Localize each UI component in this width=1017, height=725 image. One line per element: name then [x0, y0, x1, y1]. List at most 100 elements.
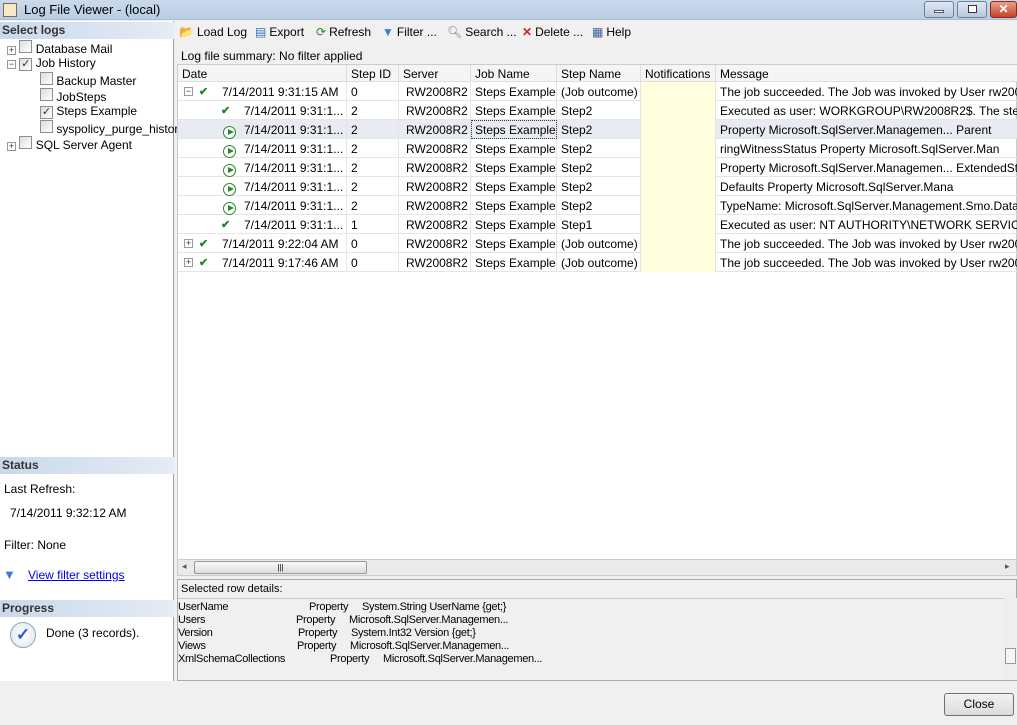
column-header[interactable]: Server	[399, 65, 471, 82]
date-cell: 7/14/2011 9:31:1...	[244, 199, 344, 213]
tree-item[interactable]: − ✓ Job History	[7, 56, 96, 72]
expand-icon[interactable]: +	[184, 239, 193, 248]
select-logs-header: Select logs	[0, 22, 174, 39]
collapse-icon[interactable]: −	[184, 87, 193, 96]
tree-item-label: Backup Master	[56, 74, 137, 88]
job-cell: Steps Example	[471, 139, 557, 158]
tree-item[interactable]: + Database Mail	[7, 40, 112, 56]
job-cell: Steps Example	[471, 82, 557, 101]
search-button[interactable]: 🔍︎ Search ...	[447, 23, 517, 41]
step-id-cell: 0	[347, 82, 399, 101]
message-cell: The job succeeded. The Job was invoked b…	[716, 253, 1017, 272]
success-check-icon: ✔	[199, 238, 209, 250]
restore-button[interactable]	[957, 1, 987, 18]
date-cell: 7/14/2011 9:31:1...	[244, 104, 344, 118]
export-button[interactable]: ▤ Export	[255, 23, 304, 41]
refresh-button[interactable]: ⟳ Refresh	[316, 23, 371, 41]
load-log-button[interactable]: 📂 Load Log	[179, 23, 247, 41]
tree-item[interactable]: JobSteps	[40, 88, 106, 104]
last-refresh-label: Last Refresh:	[4, 482, 76, 496]
message-cell: ringWitnessStatus Property Microsoft.Sql…	[716, 139, 1017, 158]
detail-line: Views Property Microsoft.SqlServer.Managem…	[178, 640, 510, 652]
detail-line: Version Property System.Int32 Version {get…	[178, 627, 476, 639]
checkbox[interactable]: ✓	[40, 106, 53, 119]
tree-item[interactable]: + SQL Server Agent	[7, 136, 132, 152]
tree-item[interactable]: ✓ Steps Example	[40, 104, 137, 120]
table-row[interactable]: ✔ 7/14/2011 9:31:1... 2 RW2008R2 Steps Examp…	[178, 101, 1017, 120]
view-filter-settings-link[interactable]: View filter settings	[28, 568, 125, 582]
export-icon: ▤	[255, 25, 267, 39]
step-id-cell: 2	[347, 158, 399, 177]
tree-item[interactable]: syspolicy_purge_history	[40, 120, 184, 136]
expand-icon[interactable]: +	[7, 46, 16, 55]
column-header[interactable]: Step ID	[347, 65, 399, 82]
job-cell: Steps Example	[471, 253, 557, 272]
collapse-icon[interactable]: −	[7, 60, 16, 69]
message-cell: Executed as user: NT AUTHORITY\NETWORK S…	[716, 215, 1017, 234]
last-refresh-value: 7/14/2011 9:32:12 AM	[10, 506, 127, 520]
table-row[interactable]: − ✔ 7/14/2011 9:31:15 AM 0 RW2008R2 Steps Exa…	[178, 82, 1017, 101]
date-cell: 7/14/2011 9:31:15 AM	[222, 85, 339, 99]
notifications-cell	[641, 253, 716, 272]
step-cell: Step2	[557, 158, 641, 177]
step-running-icon	[223, 183, 236, 196]
column-header[interactable]: Job Name	[471, 65, 557, 82]
checkbox[interactable]	[40, 72, 53, 85]
tree-item[interactable]: Backup Master	[40, 72, 136, 88]
minimize-button[interactable]	[924, 1, 954, 18]
done-check-icon: ✓	[10, 622, 36, 648]
notifications-cell	[641, 234, 716, 253]
message-cell: The job succeeded. The Job was invoked b…	[716, 234, 1017, 253]
progress-text: Done (3 records).	[46, 626, 140, 640]
table-row[interactable]: 7/14/2011 9:31:1... 2 RW2008R2 Steps Exampl…	[178, 120, 1017, 139]
table-row[interactable]: 7/14/2011 9:31:1... 2 RW2008R2 Steps Exampl…	[178, 196, 1017, 215]
filter-button[interactable]: ▼ Filter ...	[382, 23, 437, 41]
step-running-icon	[223, 164, 236, 177]
table-row[interactable]: 7/14/2011 9:31:1... 2 RW2008R2 Steps Exampl…	[178, 139, 1017, 158]
column-header[interactable]: Step Name	[557, 65, 641, 82]
date-cell: 7/14/2011 9:22:04 AM	[222, 237, 339, 251]
table-row[interactable]: 7/14/2011 9:31:1... 2 RW2008R2 Steps Exampl…	[178, 158, 1017, 177]
notifications-cell	[641, 196, 716, 215]
table-row[interactable]: + ✔ 7/14/2011 9:22:04 AM 0 RW2008R2 Steps Exa…	[178, 234, 1017, 253]
server-cell: RW2008R2	[399, 177, 471, 196]
job-cell: Steps Example	[471, 215, 557, 234]
column-header[interactable]: Message	[716, 65, 1017, 82]
checkbox[interactable]: ✓	[19, 58, 33, 71]
notifications-cell	[641, 101, 716, 120]
horizontal-scrollbar[interactable]: ◂ ||| ▸	[177, 559, 1017, 576]
column-header[interactable]: Notifications	[641, 65, 716, 82]
notifications-cell	[641, 120, 716, 139]
expand-icon[interactable]: +	[7, 142, 16, 151]
app-icon	[3, 3, 17, 17]
column-header[interactable]: Date	[178, 65, 347, 82]
table-row[interactable]: + ✔ 7/14/2011 9:17:46 AM 0 RW2008R2 Steps Exa…	[178, 253, 1017, 272]
notifications-cell	[641, 139, 716, 158]
checkbox[interactable]	[40, 88, 53, 101]
close-window-button[interactable]: ✕	[990, 1, 1017, 18]
title-bar: Log File Viewer - (local) ✕	[0, 0, 1017, 20]
checkbox[interactable]	[19, 40, 33, 53]
server-cell: RW2008R2	[399, 253, 471, 272]
table-row[interactable]: 7/14/2011 9:31:1... 2 RW2008R2 Steps Exampl…	[178, 177, 1017, 196]
scroll-thumb[interactable]: |||	[194, 561, 367, 574]
details-text[interactable]: UserName Property System.String UserName {…	[178, 598, 1004, 680]
checkbox[interactable]	[19, 136, 33, 149]
step-cell: (Job outcome)	[557, 82, 641, 101]
filter-status: Filter: None	[4, 538, 67, 552]
details-vertical-scrollbar[interactable]	[1004, 598, 1017, 680]
checkbox[interactable]	[40, 120, 53, 133]
tree-item-label: Job History	[35, 56, 96, 70]
help-button[interactable]: ▦ Help	[592, 23, 631, 41]
message-cell: Executed as user: WORKGROUP\RW2008R2$. T…	[716, 101, 1017, 120]
log-grid: Date Step ID Server Job Name Step Name Notifi…	[177, 64, 1017, 560]
table-row[interactable]: ✔ 7/14/2011 9:31:1... 1 RW2008R2 Steps Examp…	[178, 215, 1017, 234]
progress-header: Progress	[0, 600, 174, 617]
close-button[interactable]: Close	[944, 693, 1014, 716]
step-id-cell: 2	[347, 120, 399, 139]
step-id-cell: 0	[347, 234, 399, 253]
notifications-cell	[641, 82, 716, 101]
expand-icon[interactable]: +	[184, 258, 193, 267]
success-check-icon: ✔	[199, 86, 209, 98]
delete-button[interactable]: ✕ Delete ...	[522, 23, 583, 41]
